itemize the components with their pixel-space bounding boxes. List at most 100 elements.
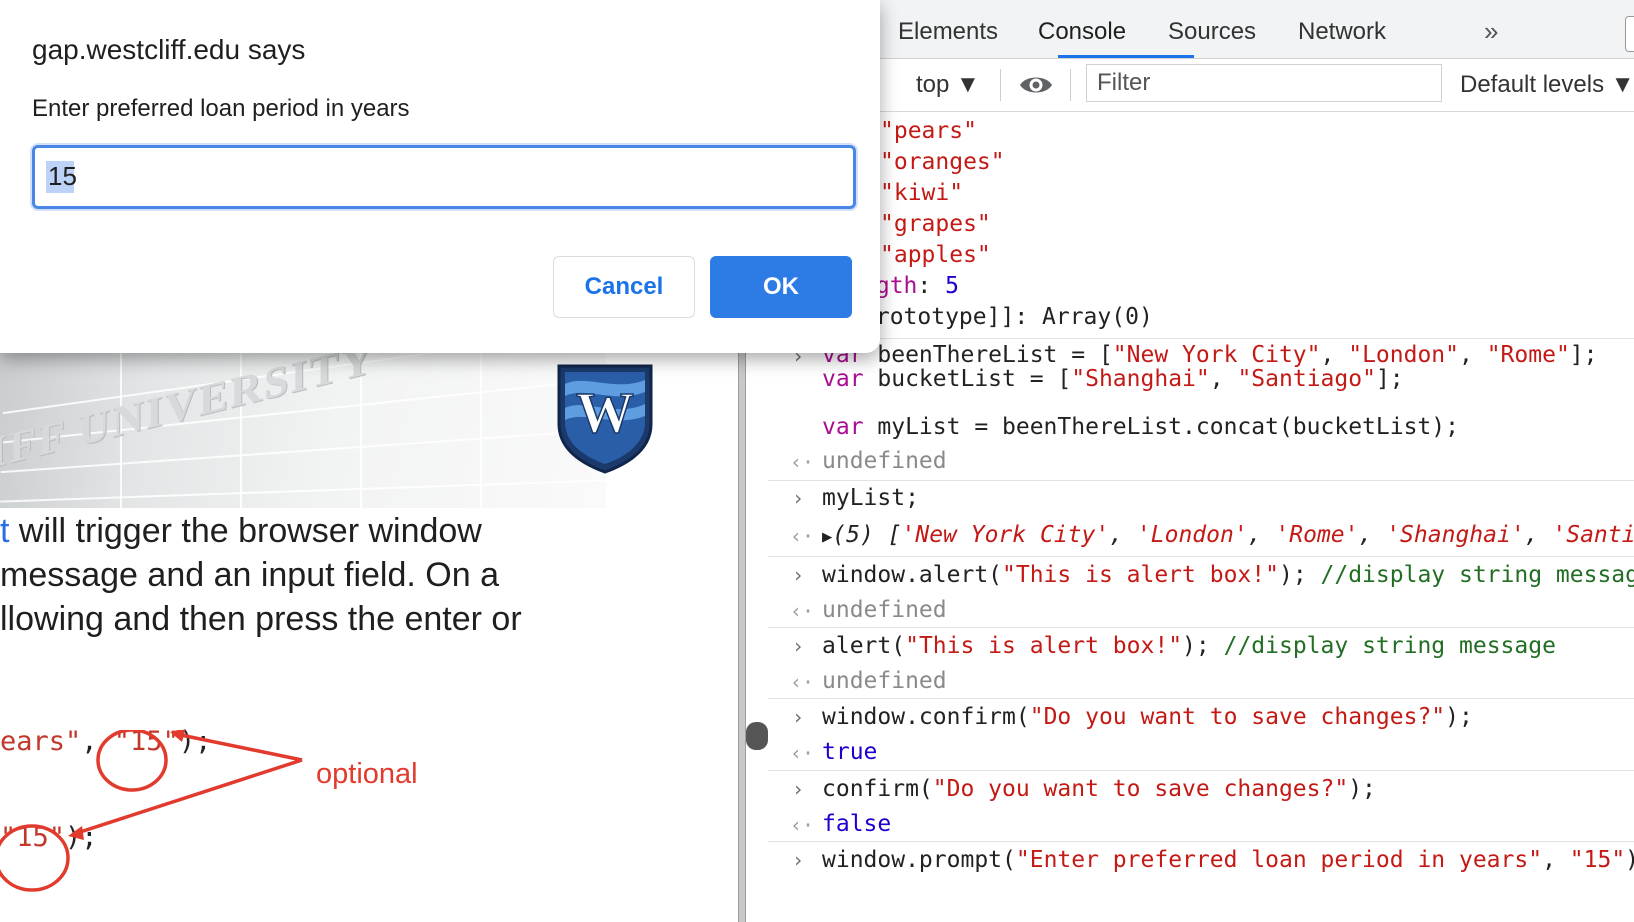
code-text: confirm(	[822, 776, 933, 802]
code-string: "Do you want to save changes?"	[1029, 704, 1446, 730]
expand-triangle-icon[interactable]: ▶	[822, 527, 832, 547]
more-tabs-chevron-icon[interactable]: »	[1484, 16, 1498, 47]
console-input-line: var beenThereList = ["New York City", "L…	[822, 342, 1598, 368]
console-divider	[768, 770, 1634, 771]
code-close: );	[178, 726, 212, 757]
console-input-line: alert("This is alert box!"); //display s…	[822, 633, 1556, 659]
code-text: );	[1348, 776, 1376, 802]
code-text: ,	[1542, 847, 1570, 873]
code-text: (5) [	[832, 522, 902, 548]
input-prompt-icon: ›	[792, 848, 805, 872]
console-input-line: window.confirm("Do you want to save chan…	[822, 704, 1473, 730]
slide-text-line-1: t will trigger the browser window	[0, 512, 482, 551]
array-prototype: Prototype]]: Array(0)	[862, 304, 1153, 330]
code-comma: ,	[81, 726, 114, 757]
code-string: "Shanghai"	[1071, 366, 1210, 392]
code-string: 'Santiag	[1552, 522, 1634, 548]
console-result-boolean: true	[822, 739, 878, 765]
code-comment: //display string message	[1320, 562, 1634, 588]
slide-text-line-2: message and an input field. On a	[0, 556, 499, 594]
console-input-line: confirm("Do you want to save changes?");	[822, 776, 1376, 802]
return-arrow-icon: ‹·	[790, 670, 815, 694]
console-result-array[interactable]: ▶(5) ['New York City', 'London', 'Rome',…	[822, 522, 1634, 550]
code-text: ,	[1320, 342, 1349, 368]
code-text: alert(	[822, 633, 906, 659]
arrow-line-2	[73, 758, 303, 836]
tab-sources[interactable]: Sources	[1168, 18, 1256, 46]
keyword-var: var	[822, 366, 864, 392]
console-divider	[768, 841, 1634, 842]
ok-button[interactable]: OK	[710, 256, 852, 318]
code-close-second: );	[65, 822, 98, 853]
length-colon: :	[917, 273, 946, 299]
array-item: "apples"	[880, 242, 991, 268]
code-text: beenThereList = [	[863, 342, 1113, 368]
code-string: "This is alert box!"	[1002, 562, 1279, 588]
code-string: "London"	[1348, 342, 1459, 368]
return-arrow-icon: ‹·	[790, 599, 815, 623]
prompt-dialog: gap.westcliff.edu says Enter preferred l…	[0, 0, 880, 353]
splitter-drag-handle[interactable]	[746, 722, 768, 750]
console-input-line: window.prompt("Enter preferred loan peri…	[822, 847, 1634, 873]
eye-icon[interactable]	[1018, 73, 1054, 97]
code-text: );	[1182, 633, 1224, 659]
log-levels-dropdown[interactable]: Default levels ▼	[1460, 71, 1634, 99]
code-text: ,	[1459, 342, 1487, 368]
console-result: undefined	[822, 597, 947, 623]
code-text: ,	[1109, 522, 1137, 548]
input-prompt-icon: ›	[792, 634, 805, 658]
console-input-line: myList;	[822, 485, 919, 511]
console-toolbar: top ▼ Default levels ▼	[768, 59, 1634, 112]
input-prompt-icon: ›	[792, 777, 805, 801]
devtools-tab-bar: Elements Console Sources Network »	[768, 0, 1634, 59]
console-divider	[768, 627, 1634, 628]
code-string: 'London'	[1136, 522, 1248, 548]
code-text: );	[1625, 847, 1634, 873]
code-text: ,	[1209, 366, 1238, 392]
cancel-button[interactable]: Cancel	[553, 256, 695, 318]
code-text: ,	[1524, 522, 1553, 548]
context-selector[interactable]: top ▼	[916, 71, 980, 99]
tab-network[interactable]: Network	[1298, 18, 1386, 46]
toolbar-divider	[1000, 69, 1001, 101]
prompt-input-field[interactable]	[32, 145, 856, 209]
console-result: undefined	[822, 668, 947, 694]
console-filter-input[interactable]	[1086, 64, 1442, 102]
code-text: window.confirm(	[822, 704, 1030, 730]
console-input-line: window.alert("This is alert box!"); //di…	[822, 562, 1634, 588]
code-string: "15"	[1569, 847, 1626, 873]
console-input-line: var myList = beenThereList.concat(bucket…	[822, 414, 1459, 440]
dialog-message: Enter preferred loan period in years	[32, 95, 410, 122]
array-item: "pears"	[880, 118, 977, 144]
tab-elements[interactable]: Elements	[898, 18, 998, 46]
code-text: ];	[1375, 366, 1404, 392]
slide-code-line-1: ears", "15");	[0, 726, 211, 757]
code-text: ,	[1358, 522, 1387, 548]
return-arrow-icon: ‹·	[790, 741, 815, 765]
settings-button[interactable]	[1625, 16, 1634, 52]
console-divider	[768, 338, 1634, 339]
code-text: ,	[1247, 522, 1276, 548]
slide-text-line-3: llowing and then press the enter or	[0, 600, 522, 638]
code-string: 'New York City'	[901, 522, 1110, 548]
tab-console[interactable]: Console	[1038, 18, 1126, 46]
slide-text-line-1-rest: will trigger the browser window	[9, 512, 482, 550]
code-comment: //display string message	[1223, 633, 1556, 659]
console-result-boolean: false	[822, 811, 892, 837]
return-arrow-icon: ‹·	[790, 813, 815, 837]
code-text: bucketList = [	[863, 366, 1072, 392]
array-item: "oranges"	[880, 149, 1005, 175]
console-divider	[768, 556, 1634, 557]
code-string: "This is alert box!"	[905, 633, 1183, 659]
array-item: "grapes"	[880, 211, 991, 237]
input-prompt-icon: ›	[792, 705, 805, 729]
code-text: );	[1278, 562, 1321, 588]
input-prompt-icon: ›	[792, 563, 805, 587]
keyword-var: var	[822, 414, 864, 440]
code-text: myList = beenThereList.concat(bucketList…	[863, 414, 1459, 440]
code-string: "Santiago"	[1237, 366, 1376, 392]
university-banner-image: IFF UNIVERSITY	[0, 340, 606, 508]
console-output: "pears" "oranges" "kiwi" "grapes" "apple…	[768, 112, 1634, 922]
code-text: ];	[1569, 342, 1598, 368]
code-text: );	[1445, 704, 1473, 730]
